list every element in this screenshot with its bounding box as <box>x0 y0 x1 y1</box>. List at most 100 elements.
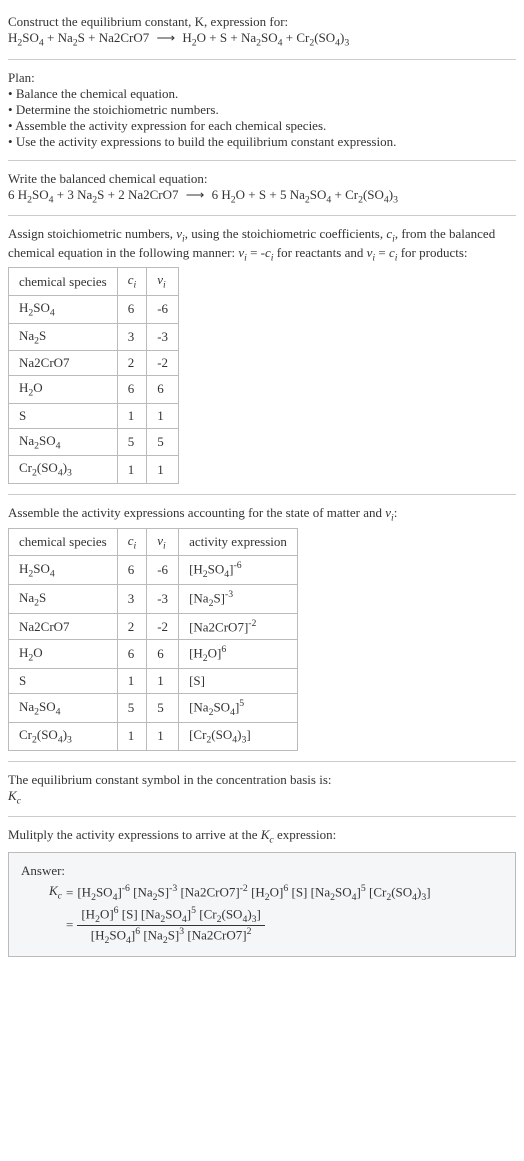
cell: H2O <box>9 640 118 669</box>
activity-table: chemical species ci νi activity expressi… <box>8 528 298 751</box>
divider <box>8 494 516 495</box>
cell: Na2SO4 <box>9 428 118 456</box>
cell: 6 <box>117 295 147 323</box>
table-row: H2SO46-6 <box>9 295 179 323</box>
table-row: Na2SO455 <box>9 428 179 456</box>
intro-section: Construct the equilibrium constant, K, e… <box>8 8 516 55</box>
arrow-icon: ⟶ <box>182 187 209 202</box>
answer-body: Kc = [H2SO4]-6 [Na2S]-3 [Na2CrO7]-2 [H2O… <box>21 883 503 946</box>
multiply-section: Mulitply the activity expressions to arr… <box>8 821 516 962</box>
plan-item: • Determine the stoichiometric numbers. <box>8 102 516 118</box>
eqn-rhs: H2O + S + Na2SO4 + Cr2(SO4)3 <box>182 30 349 45</box>
stoich-table: chemical species ci νi H2SO46-6 Na2S3-3 … <box>8 267 179 484</box>
cell: Na2S <box>9 323 118 351</box>
table-header-row: chemical species ci νi <box>9 268 179 296</box>
cell: H2SO4 <box>9 556 118 585</box>
cell: Cr2(SO4)3 <box>9 723 118 751</box>
cell: 1 <box>117 403 147 428</box>
divider <box>8 215 516 216</box>
col-species: chemical species <box>9 268 118 296</box>
cell: 1 <box>147 723 179 751</box>
activity-text: Assemble the activity expressions accoun… <box>8 505 516 524</box>
cell: S <box>9 403 118 428</box>
symbol-kc: Kc <box>8 788 516 807</box>
balanced-rhs: 6 H2O + S + 5 Na2SO4 + Cr2(SO4)3 <box>212 187 398 202</box>
table-row: Cr2(SO4)311 <box>9 456 179 484</box>
plan-item: • Use the activity expressions to build … <box>8 134 516 150</box>
cell: 5 <box>117 428 147 456</box>
cell: [H2SO4]-6 <box>179 556 298 585</box>
plan-item: • Assemble the activity expression for e… <box>8 118 516 134</box>
multiply-text: Mulitply the activity expressions to arr… <box>8 827 516 846</box>
balanced-equation: 6 H2SO4 + 3 Na2S + 2 Na2CrO7 ⟶ 6 H2O + S… <box>8 187 516 206</box>
cell: 1 <box>117 456 147 484</box>
cell: -2 <box>147 351 179 376</box>
kc-denominator: [H2SO4]6 [Na2S]3 [Na2CrO7]2 <box>77 926 265 946</box>
cell: 5 <box>117 694 147 723</box>
kc-numerator: [H2O]6 [S] [Na2SO4]5 [Cr2(SO4)3] <box>77 905 265 926</box>
col-activity: activity expression <box>179 528 298 556</box>
cell: 6 <box>147 376 179 404</box>
divider <box>8 160 516 161</box>
cell: -6 <box>147 295 179 323</box>
table-row: Cr2(SO4)311[Cr2(SO4)3] <box>9 723 298 751</box>
col-vi: νi <box>147 268 179 296</box>
cell: [S] <box>179 669 298 694</box>
table-row: Na2CrO72-2 <box>9 351 179 376</box>
cell: 6 <box>117 556 147 585</box>
plan-item-text: Use the activity expressions to build th… <box>16 134 397 149</box>
table-row: H2O66 <box>9 376 179 404</box>
intro-line: Construct the equilibrium constant, K, e… <box>8 14 516 30</box>
kc-fraction: [H2O]6 [S] [Na2SO4]5 [Cr2(SO4)3] [H2SO4]… <box>77 905 265 946</box>
cell: 1 <box>147 403 179 428</box>
divider <box>8 816 516 817</box>
plan-item: • Balance the chemical equation. <box>8 86 516 102</box>
cell: Na2CrO7 <box>9 613 118 639</box>
kc-symbol: Kc <box>49 883 62 902</box>
col-vi: νi <box>147 528 179 556</box>
cell: H2O <box>9 376 118 404</box>
cell: 3 <box>117 585 147 614</box>
cell: [Na2SO4]5 <box>179 694 298 723</box>
cell: [Cr2(SO4)3] <box>179 723 298 751</box>
table-row: Na2S3-3[Na2S]-3 <box>9 585 298 614</box>
equals-sign: = <box>66 885 73 901</box>
kc-flat-expression: [H2SO4]-6 [Na2S]-3 [Na2CrO7]-2 [H2O]6 [S… <box>77 883 430 903</box>
col-ci: ci <box>117 528 147 556</box>
intro-equation: H2SO4 + Na2S + Na2CrO7 ⟶ H2O + S + Na2SO… <box>8 30 516 49</box>
divider <box>8 59 516 60</box>
activity-section: Assemble the activity expressions accoun… <box>8 499 516 757</box>
cell: -3 <box>147 323 179 351</box>
cell: Cr2(SO4)3 <box>9 456 118 484</box>
divider <box>8 761 516 762</box>
cell: S <box>9 669 118 694</box>
eqn-lhs: H2SO4 + Na2S + Na2CrO7 <box>8 30 149 45</box>
cell: -6 <box>147 556 179 585</box>
cell: -2 <box>147 613 179 639</box>
cell: Na2S <box>9 585 118 614</box>
plan-heading: Plan: <box>8 70 516 86</box>
table-row: Na2CrO72-2[Na2CrO7]-2 <box>9 613 298 639</box>
cell: 1 <box>147 669 179 694</box>
answer-label: Answer: <box>21 863 503 879</box>
arrow-icon: ⟶ <box>153 30 180 45</box>
col-ci: ci <box>117 268 147 296</box>
symbol-section: The equilibrium constant symbol in the c… <box>8 766 516 813</box>
table-row: Na2SO455[Na2SO4]5 <box>9 694 298 723</box>
table-row: Na2S3-3 <box>9 323 179 351</box>
plan-item-text: Determine the stoichiometric numbers. <box>16 102 219 117</box>
cell: H2SO4 <box>9 295 118 323</box>
cell: [Na2S]-3 <box>179 585 298 614</box>
table-row: H2SO46-6[H2SO4]-6 <box>9 556 298 585</box>
cell: Na2SO4 <box>9 694 118 723</box>
cell: 6 <box>117 640 147 669</box>
table-header-row: chemical species ci νi activity expressi… <box>9 528 298 556</box>
cell: Na2CrO7 <box>9 351 118 376</box>
cell: 3 <box>117 323 147 351</box>
table-row: S11 <box>9 403 179 428</box>
cell: 6 <box>117 376 147 404</box>
balanced-heading: Write the balanced chemical equation: <box>8 171 516 187</box>
balanced-section: Write the balanced chemical equation: 6 … <box>8 165 516 212</box>
plan-item-text: Assemble the activity expression for eac… <box>15 118 326 133</box>
balanced-lhs: 6 H2SO4 + 3 Na2S + 2 Na2CrO7 <box>8 187 179 202</box>
